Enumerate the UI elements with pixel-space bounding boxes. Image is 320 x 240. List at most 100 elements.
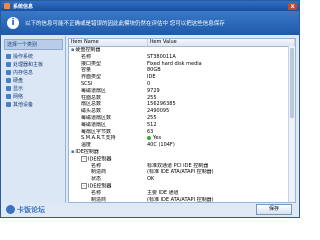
sidebar-list: 操作系统 处理器和主板 内存信息 硬盘 显示 网络 其他设备 (4, 52, 63, 108)
item-name-cell: 每扇区字节数 (69, 129, 145, 136)
table-row[interactable]: IDE控制器 (69, 149, 295, 156)
table-row[interactable]: 容量 80GB (69, 67, 295, 74)
sidebar-item[interactable]: 显示 (4, 84, 63, 92)
table-row[interactable]: 界面类型 IDE (69, 74, 295, 81)
table-row[interactable]: 名称 ST380011A (69, 54, 295, 61)
item-name-text: 每磁道扇区 (81, 87, 107, 94)
item-name-text: IDE控制器 (75, 148, 99, 155)
scrollbar-thumb[interactable] (290, 48, 294, 118)
item-name-cell: 温度 (69, 142, 145, 149)
collapse-toggle-icon[interactable]: - (81, 182, 87, 189)
sidebar-item[interactable]: 网络 (4, 92, 63, 100)
table-row[interactable]: S.M.A.R.T.支持 Yes (69, 135, 295, 142)
item-name-text: 名称 (81, 53, 92, 60)
sidebar-item-label: 其他设备 (13, 101, 34, 108)
table-row[interactable]: 磁头总数 2490095 (69, 108, 295, 115)
item-value-cell: Yes (145, 135, 295, 142)
table-row[interactable]: 硬盘控制器 (69, 47, 295, 54)
item-name-text: S.M.A.R.T.支持 (81, 135, 116, 142)
item-name-cell: 界面类型 (69, 74, 145, 81)
device-icon (6, 101, 11, 107)
sidebar-item[interactable]: 其他设备 (4, 100, 63, 108)
item-value-cell: 40C (104F) (145, 142, 295, 149)
window-title: 系统信息 (13, 3, 34, 10)
cpu-icon (6, 61, 11, 67)
table-row[interactable]: 每磁道扇区数 255 (69, 115, 295, 122)
column-header-item-value[interactable]: Item Value (148, 39, 295, 46)
item-value-text: 9729 (147, 87, 160, 94)
info-grid[interactable]: Item Name Item Value 硬盘控制器名称ST380011A接口类… (68, 38, 296, 203)
item-name-cell: 每磁道扇区 (69, 122, 145, 129)
item-name-text: 柱面总数 (81, 94, 102, 101)
item-name-text: 每磁道扇区数 (81, 114, 112, 121)
table-row[interactable]: 柱面总数 255 (69, 95, 295, 102)
item-value-cell: 255 (145, 95, 295, 102)
item-value-cell: 标准双通道 PCI IDE 控制器 (145, 163, 295, 170)
save-button[interactable]: 保存 (256, 204, 292, 215)
item-name-text: 名称 (91, 189, 102, 196)
item-name-text: 硬盘控制器 (75, 47, 101, 53)
main-content: 选择一个类别 操作系统 处理器和主板 内存信息 硬盘 显示 网络 其他设备 Item Nam… (2, 36, 298, 203)
table-row[interactable]: 接口类型 Fixed hard disk media (69, 61, 295, 68)
item-name-text: 名称 (91, 162, 102, 169)
title-bar: 系统信息 x (1, 1, 299, 11)
table-row[interactable]: - IDE控制器 (69, 155, 295, 163)
item-value-cell: 80GB (145, 67, 295, 74)
item-name-cell: 磁头总数 (69, 108, 145, 115)
table-row[interactable]: 每扇区字节数 63 (69, 129, 295, 136)
info-banner: i 以下的信息可能不正确或是错误的因此此模块仍然在评估中 您可以把这些信息保存 (1, 11, 299, 35)
table-row[interactable]: 制造商 (标准 IDE ATA/ATAPI 控制器) (69, 169, 295, 176)
sidebar-item-label: 硬盘 (13, 77, 24, 84)
table-row[interactable]: - IDE控制器 (69, 182, 295, 190)
table-row[interactable]: 状态 OK (69, 176, 295, 183)
item-name-cell: 名称 (69, 190, 145, 197)
column-header-item-name[interactable]: Item Name (69, 39, 148, 46)
item-name-cell: 硬盘控制器 (69, 47, 145, 54)
item-value-text: 255 (147, 114, 157, 121)
item-value-text: (标准 IDE ATA/ATAPI 控制器) (147, 169, 214, 176)
item-value-cell: 0 (145, 81, 295, 88)
item-name-cell: IDE控制器 (69, 149, 145, 156)
sidebar-item[interactable]: 硬盘 (4, 76, 63, 84)
sidebar-item[interactable]: 操作系统 (4, 52, 63, 60)
logo-circle-icon (6, 205, 15, 214)
table-row[interactable]: 每磁道扇区 9729 (69, 88, 295, 95)
item-name-cell: 每磁道扇区数 (69, 115, 145, 122)
collapse-toggle-icon[interactable]: - (81, 155, 87, 162)
sidebar-item[interactable]: 处理器和主板 (4, 60, 63, 68)
item-name-cell: 名称 (69, 163, 145, 170)
forum-logo: 卡饭论坛 (6, 205, 45, 215)
item-value-text: 63 (147, 128, 154, 135)
item-value-cell (145, 156, 295, 163)
item-value-cell: 主要 IDE 通道 (145, 190, 295, 197)
close-button[interactable]: x (288, 2, 297, 10)
item-name-text: IDE控制器 (88, 183, 112, 190)
table-row[interactable]: SCSI 0 (69, 81, 295, 88)
table-row[interactable]: 名称 主要 IDE 通道 (69, 190, 295, 197)
table-row[interactable]: 每磁道扇区 512 (69, 122, 295, 129)
info-icon: i (7, 17, 19, 29)
table-row[interactable]: 温度 40C (104F) (69, 142, 295, 149)
table-row[interactable]: 名称 标准双通道 PCI IDE 控制器 (69, 163, 295, 170)
sidebar-item[interactable]: 内存信息 (4, 68, 63, 76)
item-name-text: 制造商 (91, 196, 107, 203)
item-value-text: ST380011A (147, 53, 176, 60)
table-row[interactable]: 扇区总数 156296385 (69, 101, 295, 108)
item-value-cell (145, 47, 295, 54)
item-value-text: 标准双通道 PCI IDE 控制器 (147, 162, 209, 169)
sidebar-item-label: 网络 (13, 93, 24, 100)
item-value-text: OK (147, 176, 155, 183)
grid-body: 硬盘控制器名称 ST380011A 接口类型 Fixed hard disk medi… (69, 47, 295, 203)
item-value-text: IDE (147, 74, 156, 81)
vertical-scrollbar[interactable] (288, 46, 295, 202)
item-name-cell: 柱面总数 (69, 95, 145, 102)
item-value-text: Yes (153, 135, 162, 142)
item-name-cell: S.M.A.R.T.支持 (69, 135, 145, 142)
item-name-cell: 容量 (69, 67, 145, 74)
item-name-cell: 名称 (69, 54, 145, 61)
item-value-text: 主要 IDE 通道 (147, 189, 179, 196)
item-value-cell: 63 (145, 129, 295, 136)
item-name-text: 制造商 (91, 169, 107, 176)
item-name-cell: 制造商 (69, 169, 145, 176)
sidebar-item-label: 操作系统 (13, 53, 34, 60)
